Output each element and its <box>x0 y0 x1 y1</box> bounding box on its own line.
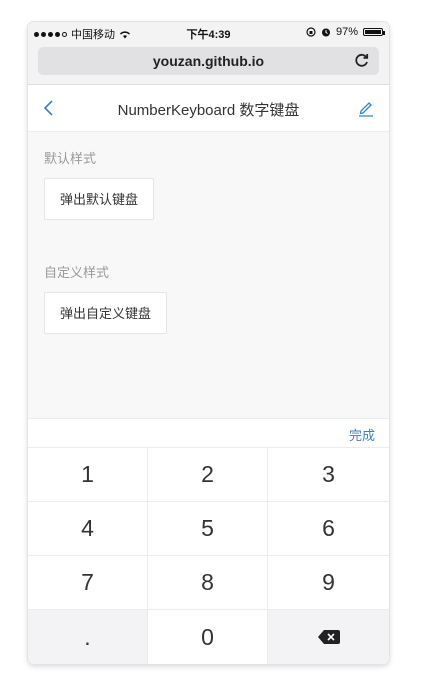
delete-key[interactable] <box>268 610 389 664</box>
key-7[interactable]: 7 <box>28 556 148 610</box>
battery-percent: 97% <box>335 26 358 38</box>
address-bar: youzan.github.io <box>28 44 389 85</box>
pencil-icon[interactable] <box>357 98 375 118</box>
key-5[interactable]: 5 <box>148 502 268 556</box>
section-title-default: 默认样式 <box>44 151 97 166</box>
battery-fill <box>365 30 381 34</box>
alarm-icon <box>321 28 330 37</box>
key-8[interactable]: 8 <box>148 556 268 610</box>
key-4[interactable]: 4 <box>28 502 148 556</box>
key-2[interactable]: 2 <box>148 448 268 502</box>
backspace-icon <box>317 630 340 644</box>
status-bar: 中国移动 下午4:39 97% <box>28 22 389 44</box>
orientation-lock-icon <box>306 27 316 37</box>
key-dot[interactable]: . <box>28 610 148 664</box>
page-title: NumberKeyboard 数字键盘 <box>117 102 300 119</box>
phone-frame: 中国移动 下午4:39 97% youzan.github.io NumberK… <box>28 22 389 664</box>
reload-icon[interactable] <box>353 51 371 69</box>
url-text: youzan.github.io <box>152 53 265 69</box>
show-custom-keyboard-button[interactable]: 弹出自定义键盘 <box>44 292 168 334</box>
url-field[interactable]: youzan.github.io <box>38 47 379 75</box>
battery-icon <box>363 28 385 36</box>
done-button[interactable]: 完成 <box>349 425 375 444</box>
key-0[interactable]: 0 <box>148 610 268 664</box>
keyboard-header: 完成 <box>28 418 389 448</box>
show-default-keyboard-button[interactable]: 弹出默认键盘 <box>44 178 155 220</box>
section-title-custom: 自定义样式 <box>44 265 110 280</box>
number-keyboard: 完成 1 2 3 4 5 6 7 8 9 . 0 <box>28 418 389 664</box>
key-1[interactable]: 1 <box>28 448 148 502</box>
status-right: 97% <box>306 26 385 38</box>
key-9[interactable]: 9 <box>268 556 389 610</box>
key-3[interactable]: 3 <box>268 448 389 502</box>
key-6[interactable]: 6 <box>268 502 389 556</box>
nav-bar: NumberKeyboard 数字键盘 <box>28 85 389 132</box>
